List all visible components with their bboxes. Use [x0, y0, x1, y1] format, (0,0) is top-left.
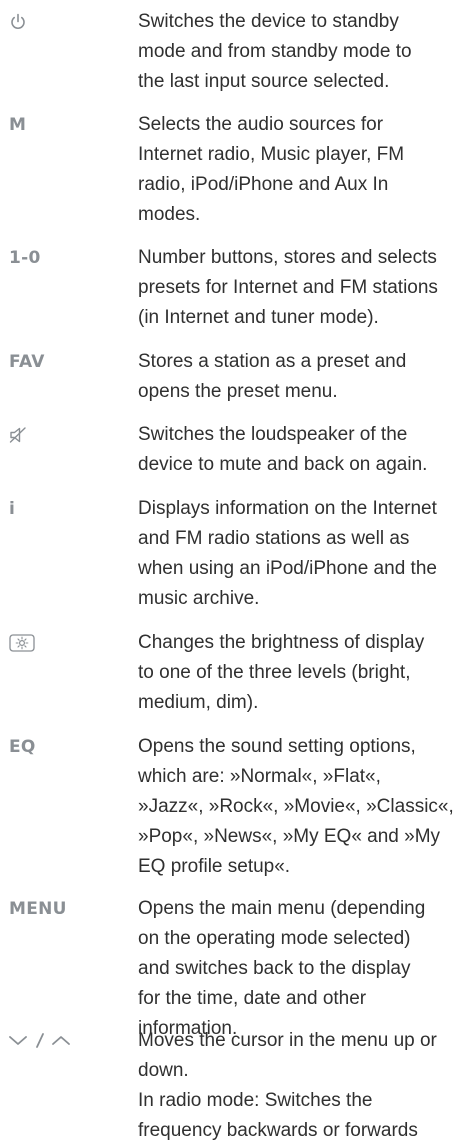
description-line: for the time, date and other	[138, 988, 367, 1009]
entry-description: Opens the main menu (depending on the op…	[138, 894, 456, 1044]
description-line: Opens the sound setting options,	[138, 736, 416, 757]
description-line: which are: »Normal«, »Flat«,	[138, 766, 381, 787]
entry-key-text: FAV	[9, 352, 45, 372]
chevron-down-up-icon	[9, 1032, 129, 1050]
description-line: when using an iPod/iPhone and the	[138, 558, 437, 579]
entry-description: Opens the sound setting options, which a…	[138, 732, 456, 882]
description-line: »Pop«, »News«, »My EQ« and »My	[138, 826, 441, 847]
description-line: presets for Internet and FM stations	[138, 277, 438, 298]
entry-description: Changes the brightness of display to one…	[138, 628, 456, 718]
description-line: Moves the cursor in the menu up or	[138, 1030, 437, 1051]
entry-key-text: M	[9, 115, 27, 135]
mute-speaker-icon	[9, 426, 129, 444]
entry-description: Moves the cursor in the menu up or down.…	[138, 1026, 456, 1146]
description-line: medium, dim).	[138, 692, 259, 713]
entry-description: Stores a station as a preset and opens t…	[138, 347, 456, 407]
description-line: Displays information on the Internet	[138, 498, 437, 519]
description-line: »Jazz«, »Rock«, »Movie«, »Classic«,	[138, 796, 454, 817]
entry-key	[9, 1026, 129, 1050]
entry-description: Switches the loudspeaker of the device t…	[138, 420, 456, 480]
entry-key	[9, 420, 129, 444]
entry-description: Displays information on the Internet and…	[138, 494, 456, 614]
description-line: Switches the device to standby	[138, 11, 399, 32]
description-line: the last input source selected.	[138, 71, 390, 92]
entry-description: Switches the device to standby mode and …	[138, 7, 456, 97]
description-line: down.	[138, 1060, 189, 1081]
entry-key	[9, 628, 129, 652]
description-line: Internet radio, Music player, FM	[138, 144, 405, 165]
power-icon	[9, 13, 129, 31]
entry-key-text: MENU	[9, 899, 67, 919]
description-line: Number buttons, stores and selects	[138, 247, 437, 268]
description-line: EQ profile setup«.	[138, 856, 291, 877]
description-line: and FM radio stations as well as	[138, 528, 410, 549]
description-line: Stores a station as a preset and	[138, 351, 407, 372]
description-line: frequency backwards or forwards	[138, 1120, 418, 1141]
entry-key-text: EQ	[9, 737, 36, 757]
entry-description: Number buttons, stores and selects prese…	[138, 243, 456, 333]
entry-key	[9, 7, 129, 31]
description-line: (in Internet and tuner mode).	[138, 307, 379, 328]
description-line: Opens the main menu (depending	[138, 898, 426, 919]
description-line: mode and from standby mode to	[138, 41, 412, 62]
description-line: and switches back to the display	[138, 958, 411, 979]
description-line: to one of the three levels (bright,	[138, 662, 411, 683]
brightness-icon	[9, 634, 129, 652]
description-line: music archive.	[138, 588, 260, 609]
description-line: device to mute and back on again.	[138, 454, 428, 475]
description-line: on the operating mode selected)	[138, 928, 411, 949]
description-line: Selects the audio sources for	[138, 114, 384, 135]
description-line: modes.	[138, 204, 201, 225]
description-line: Changes the brightness of display	[138, 632, 425, 653]
entry-key-text: 1-0	[9, 248, 41, 268]
entry-key-text: i	[9, 499, 16, 519]
description-line: Switches the loudspeaker of the	[138, 424, 408, 445]
description-line: opens the preset menu.	[138, 381, 338, 402]
description-line: radio, iPod/iPhone and Aux In	[138, 174, 389, 195]
entry-description: Selects the audio sources for Internet r…	[138, 110, 456, 230]
description-line: In radio mode: Switches the	[138, 1090, 373, 1111]
